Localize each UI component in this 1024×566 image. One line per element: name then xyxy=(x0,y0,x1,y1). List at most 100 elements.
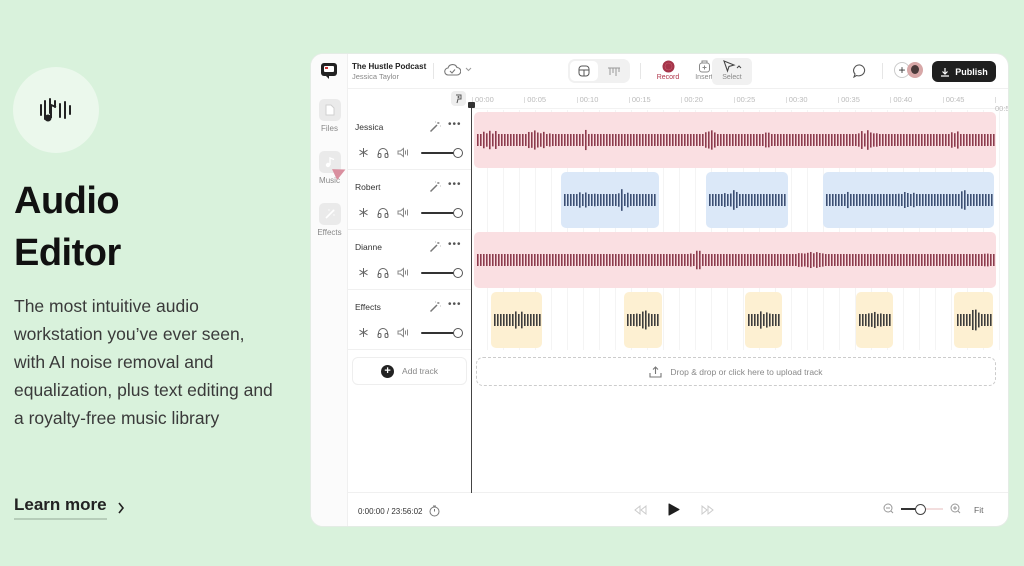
waveform-bar xyxy=(582,194,584,206)
headphones-icon[interactable] xyxy=(377,147,389,158)
freeze-icon[interactable] xyxy=(358,267,369,278)
magic-wand-icon[interactable] xyxy=(429,301,441,313)
waveform xyxy=(477,250,995,270)
publish-button[interactable]: Publish xyxy=(932,61,996,82)
waveform-bar xyxy=(717,254,719,266)
magic-wand-icon[interactable] xyxy=(429,241,441,253)
speaker-icon[interactable] xyxy=(397,207,409,218)
timeline-ruler[interactable]: 00:00 00:05 00:10 00:15 00:20 00:25 00:30 00:35… xyxy=(471,89,1008,113)
track-ai-enhance-button[interactable] xyxy=(429,180,441,198)
play-icon[interactable] xyxy=(668,503,680,516)
learn-more-link[interactable]: Learn more xyxy=(14,495,125,520)
track-ai-enhance-button[interactable] xyxy=(429,300,441,318)
volume-slider-knob[interactable] xyxy=(453,147,463,158)
waveform-bar xyxy=(858,254,860,266)
project-title[interactable]: The Hustle Podcast xyxy=(352,62,426,71)
track-name[interactable]: Dianne xyxy=(355,242,382,252)
audio-clip[interactable] xyxy=(856,292,893,348)
volume-slider[interactable] xyxy=(421,147,463,158)
waveform-bar xyxy=(696,134,698,146)
hero-title: Audio Editor xyxy=(14,175,121,279)
upload-dropzone[interactable]: Drop & drop or click here to upload trac… xyxy=(476,357,996,386)
freeze-icon[interactable] xyxy=(358,327,369,338)
track-name[interactable]: Effects xyxy=(355,302,381,312)
app-logo-icon[interactable] xyxy=(320,62,338,80)
waveform-bar xyxy=(552,254,554,266)
waveform-bar xyxy=(993,254,995,266)
multitrack-view-button[interactable] xyxy=(570,61,598,81)
waveform-view-button[interactable] xyxy=(600,61,628,81)
sidenav-item-effects[interactable]: Effects xyxy=(311,203,348,237)
track-ai-enhance-button[interactable] xyxy=(429,240,441,258)
track-name[interactable]: Jessica xyxy=(355,122,383,132)
track-more-button[interactable]: ••• xyxy=(448,179,462,190)
waveform-bar xyxy=(780,134,782,146)
timeline-area[interactable] xyxy=(471,110,1008,350)
waveform-bar xyxy=(879,134,881,146)
audio-clip[interactable] xyxy=(474,112,996,168)
zoom-slider-knob[interactable] xyxy=(914,503,926,515)
track-name[interactable]: Robert xyxy=(355,182,381,192)
magic-wand-icon[interactable] xyxy=(429,121,441,133)
track-more-button[interactable]: ••• xyxy=(448,299,462,310)
audio-clip[interactable] xyxy=(491,292,542,348)
freeze-icon[interactable] xyxy=(358,207,369,218)
zoom-in-icon[interactable] xyxy=(950,503,961,514)
audio-clip[interactable] xyxy=(954,292,993,348)
add-track-button[interactable]: + Add track xyxy=(352,357,467,385)
record-label: Record xyxy=(656,74,680,81)
audio-clip[interactable] xyxy=(706,172,788,228)
zoom-slider[interactable] xyxy=(901,503,943,515)
waveform-bar xyxy=(576,254,578,266)
audio-clip[interactable] xyxy=(624,292,662,348)
fast-forward-icon[interactable] xyxy=(700,504,715,515)
headphones-icon[interactable] xyxy=(377,327,389,338)
zoom-out-icon[interactable] xyxy=(883,503,894,514)
headphones-icon[interactable] xyxy=(377,267,389,278)
waveform-bar xyxy=(759,254,761,266)
comments-button[interactable] xyxy=(853,64,867,83)
track-more-button[interactable]: ••• xyxy=(448,239,462,250)
speaker-icon[interactable] xyxy=(397,267,409,278)
waveform-bar xyxy=(712,194,714,206)
volume-slider[interactable] xyxy=(421,267,463,278)
waveform-bar xyxy=(867,254,869,266)
audio-clip[interactable] xyxy=(474,232,996,288)
volume-slider[interactable] xyxy=(421,207,463,218)
avatar[interactable] xyxy=(907,62,923,78)
track-more-button[interactable]: ••• xyxy=(448,119,462,130)
track-controls xyxy=(358,207,463,218)
waveform-bar xyxy=(576,194,578,206)
speaker-icon[interactable] xyxy=(397,147,409,158)
audio-clip[interactable] xyxy=(745,292,782,348)
select-tool-button[interactable]: Select xyxy=(712,58,752,85)
track-ai-enhance-button[interactable] xyxy=(429,120,441,138)
fit-button[interactable]: Fit xyxy=(974,505,983,515)
cloud-check-icon xyxy=(444,64,461,76)
volume-slider[interactable] xyxy=(421,327,463,338)
stopwatch-icon[interactable] xyxy=(429,505,440,517)
sidenav-item-files[interactable]: Files xyxy=(311,99,348,133)
magic-wand-icon[interactable] xyxy=(429,181,441,193)
cloud-sync-dropdown[interactable] xyxy=(444,63,472,76)
speaker-icon[interactable] xyxy=(397,327,409,338)
volume-slider-knob[interactable] xyxy=(453,267,463,278)
volume-slider-knob[interactable] xyxy=(453,207,463,218)
rewind-icon[interactable] xyxy=(633,504,648,515)
waveform-bar xyxy=(729,254,731,266)
waveform-bar xyxy=(708,131,710,149)
volume-slider-knob[interactable] xyxy=(453,327,463,338)
waveform-bar xyxy=(912,254,914,266)
add-marker-button[interactable] xyxy=(451,91,466,106)
playhead[interactable] xyxy=(468,102,475,493)
ruler-tick: 00:40 xyxy=(890,95,912,104)
waveform-bar xyxy=(495,254,497,266)
waveform xyxy=(957,309,992,331)
record-button[interactable]: Record xyxy=(650,58,686,85)
waveform-bar xyxy=(786,254,788,266)
audio-clip[interactable] xyxy=(561,172,659,228)
freeze-icon[interactable] xyxy=(358,147,369,158)
headphones-icon[interactable] xyxy=(377,207,389,218)
audio-clip[interactable] xyxy=(823,172,994,228)
waveform-bar xyxy=(714,132,716,148)
